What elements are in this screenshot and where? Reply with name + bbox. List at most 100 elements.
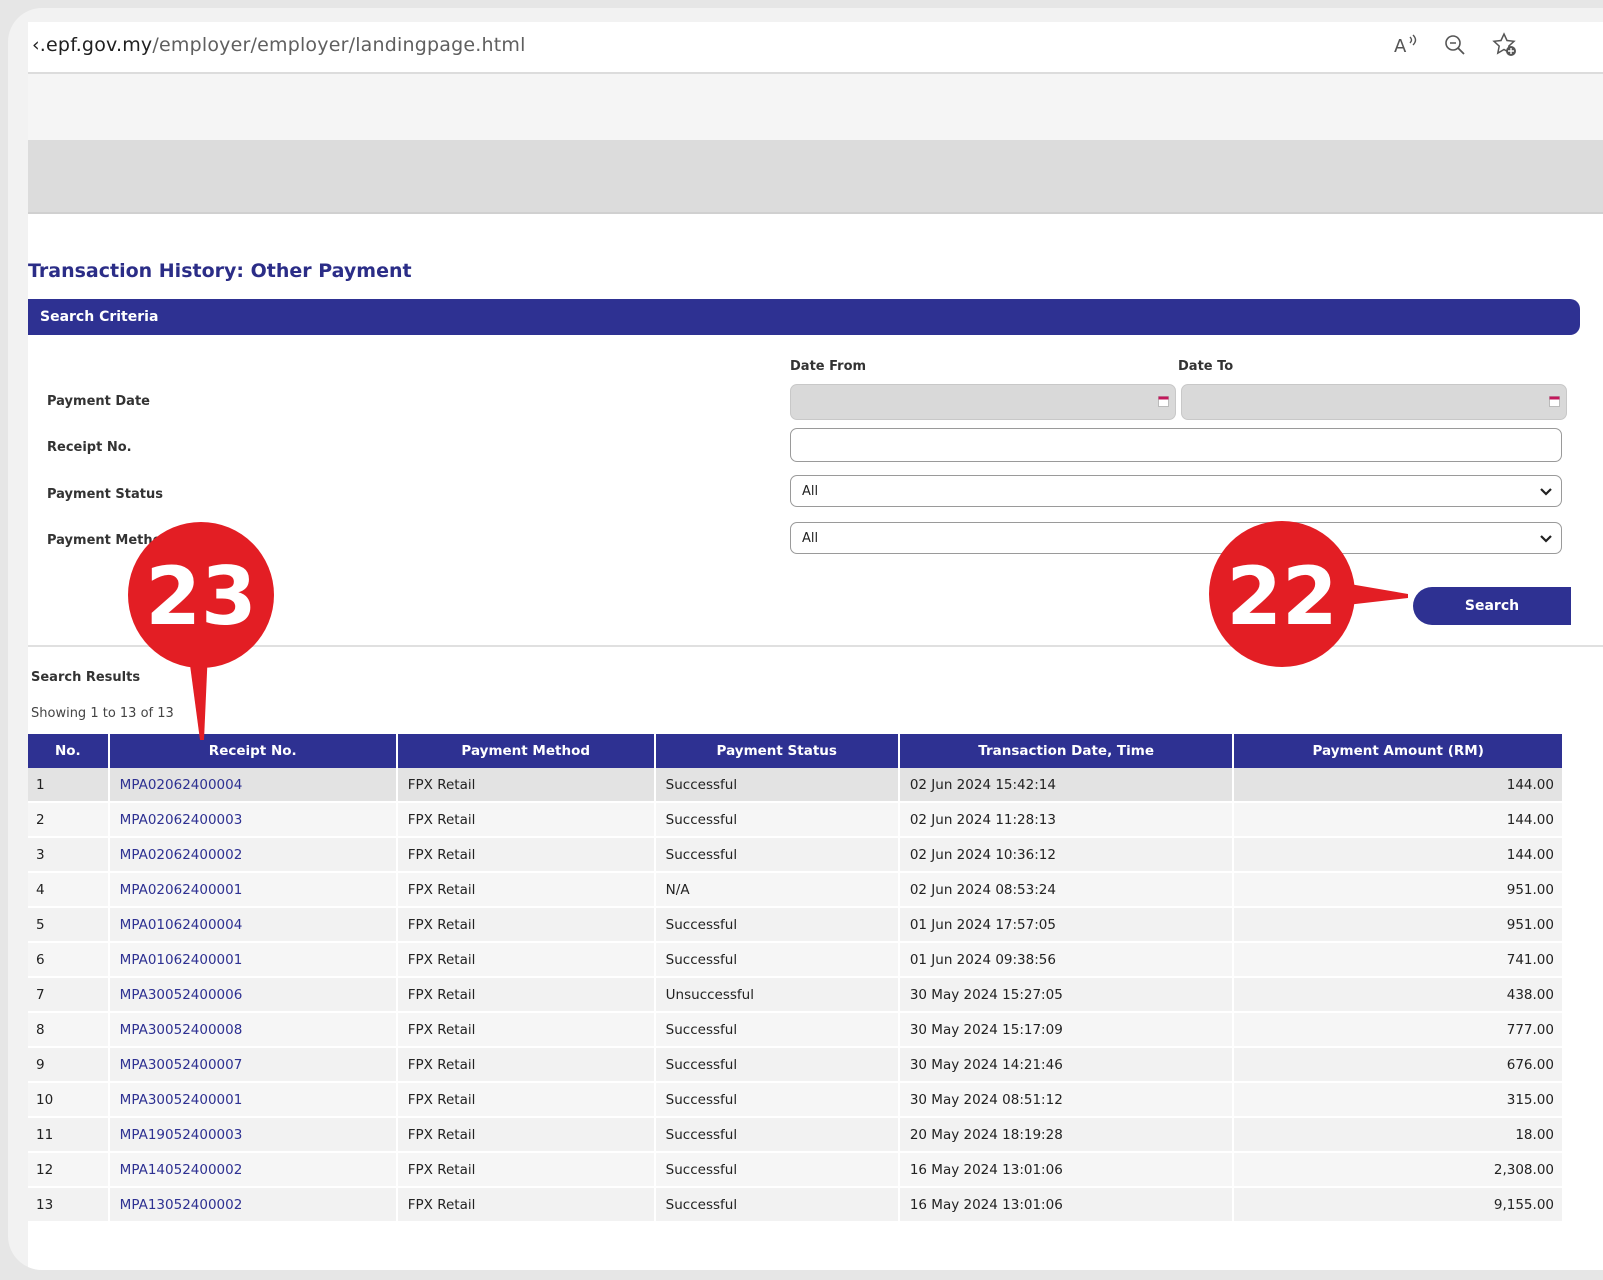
date-to-input[interactable] xyxy=(1181,384,1567,420)
cell-payment-status: Successful xyxy=(655,768,898,803)
column-header-no[interactable]: No. xyxy=(28,734,108,768)
cell-receipt-no[interactable]: MPA30052400006 xyxy=(109,978,396,1013)
cell-no: 10 xyxy=(28,1083,108,1118)
cell-payment-amount: 951.00 xyxy=(1234,873,1562,908)
payment-method-select[interactable]: All xyxy=(790,522,1562,554)
url-path: /employer/employer/landingpage.html xyxy=(152,34,526,56)
svg-text:A: A xyxy=(1394,36,1407,57)
cell-receipt-no[interactable]: MPA19052400003 xyxy=(109,1118,396,1153)
table-row[interactable]: 4 MPA02062400001 FPX Retail N/A 02 Jun 2024 … xyxy=(28,873,1562,908)
cell-payment-amount: 676.00 xyxy=(1234,1048,1562,1083)
payment-method-value: All xyxy=(802,531,819,546)
results-body: 1 MPA02062400004 FPX Retail Successful 02 Ju… xyxy=(28,768,1562,1223)
cell-receipt-no[interactable]: MPA02062400004 xyxy=(109,768,396,803)
column-header-payment-amount[interactable]: Payment Amount (RM) xyxy=(1234,734,1562,768)
cell-payment-method: FPX Retail xyxy=(397,943,654,978)
cell-transaction-date: 20 May 2024 18:19:28 xyxy=(899,1118,1233,1153)
search-button[interactable]: Search xyxy=(1413,587,1571,625)
cell-payment-amount: 315.00 xyxy=(1234,1083,1562,1118)
cell-no: 9 xyxy=(28,1048,108,1083)
cell-payment-status: Successful xyxy=(655,1118,898,1153)
cell-receipt-no[interactable]: MPA02062400002 xyxy=(109,838,396,873)
column-header-payment-status[interactable]: Payment Status xyxy=(655,734,898,768)
cell-payment-status: Successful xyxy=(655,803,898,838)
cell-transaction-date: 02 Jun 2024 08:53:24 xyxy=(899,873,1233,908)
table-row[interactable]: 3 MPA02062400002 FPX Retail Successful 02 Ju… xyxy=(28,838,1562,873)
cell-receipt-no[interactable]: MPA01062400001 xyxy=(109,943,396,978)
page-header-band xyxy=(28,140,1603,214)
table-row[interactable]: 12 MPA14052400002 FPX Retail Successful 16 M… xyxy=(28,1153,1562,1188)
cell-no: 8 xyxy=(28,1013,108,1048)
step-22-callout: 22 xyxy=(1209,521,1408,667)
cell-payment-status: Unsuccessful xyxy=(655,978,898,1013)
cell-transaction-date: 02 Jun 2024 10:36:12 xyxy=(899,838,1233,873)
zoom-out-icon[interactable] xyxy=(1440,30,1470,60)
cell-payment-method: FPX Retail xyxy=(397,1153,654,1188)
table-row[interactable]: 10 MPA30052400001 FPX Retail Successful 30 M… xyxy=(28,1083,1562,1118)
table-row[interactable]: 1 MPA02062400004 FPX Retail Successful 02 Ju… xyxy=(28,768,1562,803)
cell-payment-status: Successful xyxy=(655,943,898,978)
cell-payment-method: FPX Retail xyxy=(397,873,654,908)
cell-transaction-date: 01 Jun 2024 09:38:56 xyxy=(899,943,1233,978)
cell-transaction-date: 16 May 2024 13:01:06 xyxy=(899,1153,1233,1188)
cell-receipt-no[interactable]: MPA14052400002 xyxy=(109,1153,396,1188)
cell-payment-amount: 2,308.00 xyxy=(1234,1153,1562,1188)
cell-payment-amount: 9,155.00 xyxy=(1234,1188,1562,1223)
cell-receipt-no[interactable]: MPA02062400003 xyxy=(109,803,396,838)
cell-payment-amount: 741.00 xyxy=(1234,943,1562,978)
cell-receipt-no[interactable]: MPA30052400008 xyxy=(109,1013,396,1048)
table-row[interactable]: 5 MPA01062400004 FPX Retail Successful 01 Ju… xyxy=(28,908,1562,943)
table-row[interactable]: 6 MPA01062400001 FPX Retail Successful 01 Ju… xyxy=(28,943,1562,978)
cell-payment-amount: 144.00 xyxy=(1234,803,1562,838)
cell-payment-status: Successful xyxy=(655,1048,898,1083)
cell-transaction-date: 30 May 2024 15:27:05 xyxy=(899,978,1233,1013)
table-row[interactable]: 7 MPA30052400006 FPX Retail Unsuccessful 30 … xyxy=(28,978,1562,1013)
cell-no: 4 xyxy=(28,873,108,908)
table-row[interactable]: 8 MPA30052400008 FPX Retail Successful 30 Ma… xyxy=(28,1013,1562,1048)
cell-receipt-no[interactable]: MPA02062400001 xyxy=(109,873,396,908)
cell-transaction-date: 02 Jun 2024 11:28:13 xyxy=(899,803,1233,838)
calendar-icon[interactable] xyxy=(1158,395,1169,407)
cell-payment-amount: 144.00 xyxy=(1234,838,1562,873)
cell-receipt-no[interactable]: MPA30052400007 xyxy=(109,1048,396,1083)
cell-transaction-date: 01 Jun 2024 17:57:05 xyxy=(899,908,1233,943)
cell-payment-status: Successful xyxy=(655,838,898,873)
cell-payment-method: FPX Retail xyxy=(397,1188,654,1223)
cell-payment-status: Successful xyxy=(655,1013,898,1048)
address-bar[interactable]: ‹.epf.gov.my/employer/employer/landingpa… xyxy=(28,22,1603,74)
cell-no: 13 xyxy=(28,1188,108,1223)
chevron-down-icon xyxy=(1540,535,1552,543)
cell-receipt-no[interactable]: MPA30052400001 xyxy=(109,1083,396,1118)
cell-payment-method: FPX Retail xyxy=(397,1083,654,1118)
column-header-payment-method[interactable]: Payment Method xyxy=(397,734,654,768)
column-header-transaction-date[interactable]: Transaction Date, Time xyxy=(899,734,1233,768)
page-top-band xyxy=(28,74,1603,140)
url-text[interactable]: ‹.epf.gov.my/employer/employer/landingpa… xyxy=(32,34,526,56)
payment-date-label: Payment Date xyxy=(47,394,150,409)
table-row[interactable]: 13 MPA13052400002 FPX Retail Successful 16 M… xyxy=(28,1188,1562,1223)
cell-payment-method: FPX Retail xyxy=(397,1048,654,1083)
cell-no: 11 xyxy=(28,1118,108,1153)
cell-receipt-no[interactable]: MPA13052400002 xyxy=(109,1188,396,1223)
calendar-icon[interactable] xyxy=(1549,395,1560,407)
results-table: No. Receipt No. Payment Method Payment S… xyxy=(28,734,1564,1223)
table-row[interactable]: 11 MPA19052400003 FPX Retail Successful 20 M… xyxy=(28,1118,1562,1153)
date-to-label: Date To xyxy=(1178,359,1234,374)
receipt-no-input[interactable] xyxy=(790,428,1562,462)
cell-payment-amount: 438.00 xyxy=(1234,978,1562,1013)
add-favorite-icon[interactable] xyxy=(1490,30,1520,60)
cell-transaction-date: 30 May 2024 14:21:46 xyxy=(899,1048,1233,1083)
table-row[interactable]: 9 MPA30052400007 FPX Retail Successful 30 Ma… xyxy=(28,1048,1562,1083)
search-results-title: Search Results xyxy=(31,670,141,685)
date-from-input[interactable] xyxy=(790,384,1176,420)
cell-payment-method: FPX Retail xyxy=(397,1118,654,1153)
payment-status-select[interactable]: All xyxy=(790,475,1562,507)
step-23-number: 23 xyxy=(145,550,256,643)
receipt-no-label: Receipt No. xyxy=(47,440,132,455)
cell-receipt-no[interactable]: MPA01062400004 xyxy=(109,908,396,943)
read-aloud-icon[interactable]: A xyxy=(1390,30,1420,60)
cell-payment-method: FPX Retail xyxy=(397,803,654,838)
table-row[interactable]: 2 MPA02062400003 FPX Retail Successful 02 Ju… xyxy=(28,803,1562,838)
cell-payment-amount: 951.00 xyxy=(1234,908,1562,943)
cell-payment-method: FPX Retail xyxy=(397,768,654,803)
